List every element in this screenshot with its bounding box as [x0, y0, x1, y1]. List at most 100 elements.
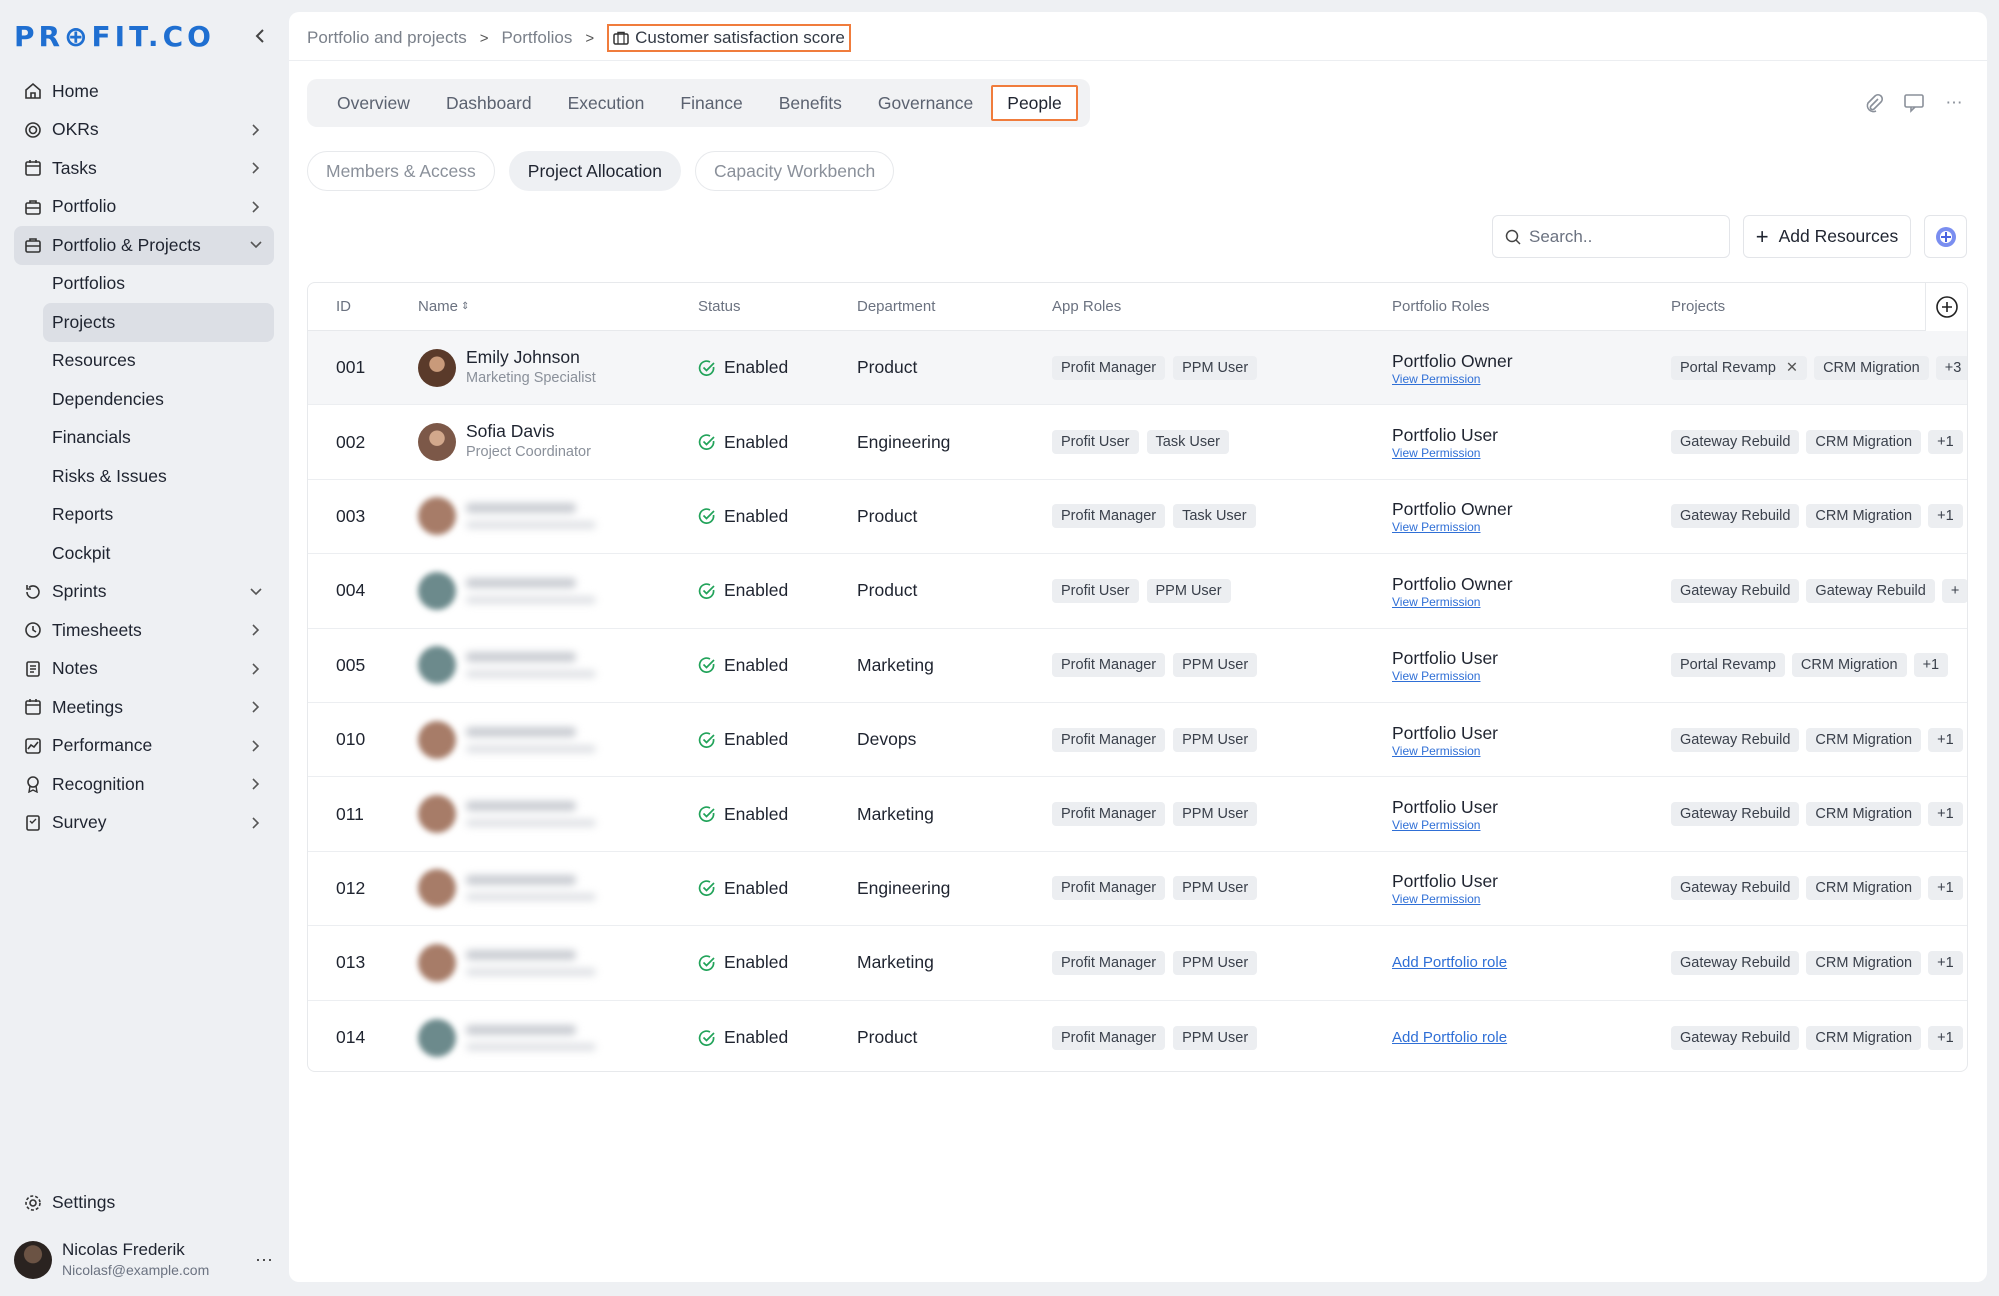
search-box[interactable]: [1492, 215, 1730, 258]
project-chip[interactable]: Gateway Rebuild: [1671, 727, 1800, 752]
project-chip[interactable]: Gateway Rebuild: [1671, 504, 1800, 529]
breadcrumb-item[interactable]: Portfolio and projects: [307, 28, 467, 48]
project-chip[interactable]: Gateway Rebuild: [1671, 430, 1800, 455]
project-chip[interactable]: Gateway Rebuild: [1671, 950, 1800, 975]
more-projects-chip[interactable]: +1: [1913, 653, 1949, 678]
view-permission-link[interactable]: View Permission: [1392, 595, 1671, 609]
project-chip[interactable]: CRM Migration: [1806, 727, 1922, 752]
project-chip[interactable]: Gateway Rebuild: [1671, 802, 1800, 827]
more-icon[interactable]: ⋯: [252, 1250, 276, 1271]
project-chip[interactable]: Gateway Rebuild: [1671, 1025, 1800, 1050]
comment-icon[interactable]: [1901, 90, 1927, 116]
sidebar-item-portfolio-projects[interactable]: Portfolio & Projects: [14, 226, 274, 265]
sidebar-item-notes[interactable]: Notes: [14, 650, 274, 689]
project-chip[interactable]: Portal Revamp ✕: [1671, 355, 1808, 380]
project-chip[interactable]: Portal Revamp: [1671, 653, 1785, 678]
more-options-icon[interactable]: ⋯: [1941, 90, 1967, 116]
tab-finance[interactable]: Finance: [662, 85, 760, 121]
sidebar-subitem-risks-issues[interactable]: Risks & Issues: [43, 457, 274, 496]
more-projects-chip[interactable]: +1: [1928, 504, 1963, 529]
table-row[interactable]: 014 Enabled Product Profit Manager PPM User A…: [308, 1001, 1967, 1071]
sidebar-subitem-reports[interactable]: Reports: [43, 496, 274, 535]
subtab-capacity-workbench[interactable]: Capacity Workbench: [695, 151, 895, 191]
table-row[interactable]: 010 Enabled Devops Profit Manager PPM User Po…: [308, 703, 1967, 778]
more-projects-chip[interactable]: +: [1941, 578, 1967, 603]
view-permission-link[interactable]: View Permission: [1392, 520, 1671, 534]
sidebar-item-sprints[interactable]: Sprints: [14, 573, 274, 612]
briefcase-icon: [24, 236, 42, 254]
table-row[interactable]: 005 Enabled Marketing Profit Manager PPM Use…: [308, 629, 1967, 703]
collapse-sidebar-button[interactable]: [246, 22, 274, 50]
project-chip[interactable]: CRM Migration: [1806, 430, 1922, 455]
user-profile[interactable]: Nicolas Frederik Nicolasf@example.com ⋯: [14, 1238, 276, 1282]
sidebar-item-survey[interactable]: Survey: [14, 804, 274, 843]
ai-assistant-button[interactable]: [1924, 215, 1967, 258]
more-projects-chip[interactable]: +1: [1928, 1025, 1963, 1050]
more-projects-chip[interactable]: +1: [1928, 950, 1963, 975]
view-permission-link[interactable]: View Permission: [1392, 818, 1671, 832]
table-row[interactable]: 002 Sofia Davis Project Coordinator Enabled…: [308, 405, 1967, 480]
project-chip[interactable]: CRM Migration: [1791, 653, 1907, 678]
view-permission-link[interactable]: View Permission: [1392, 744, 1671, 758]
sidebar-subitem-portfolios[interactable]: Portfolios: [43, 265, 274, 304]
more-projects-chip[interactable]: +1: [1928, 430, 1963, 455]
tab-overview[interactable]: Overview: [319, 85, 428, 121]
app-role-chip: Profit User: [1052, 430, 1139, 455]
sidebar-item-portfolio[interactable]: Portfolio: [14, 188, 274, 227]
breadcrumb-item[interactable]: Portfolios: [501, 28, 572, 48]
table-row[interactable]: 012 Enabled Engineering Profit Manager PPM U…: [308, 852, 1967, 927]
close-icon[interactable]: ✕: [1786, 360, 1798, 376]
more-projects-chip[interactable]: +1: [1928, 727, 1963, 752]
add-resources-button[interactable]: + Add Resources: [1743, 215, 1911, 258]
sidebar-subitem-resources[interactable]: Resources: [43, 342, 274, 381]
tab-benefits[interactable]: Benefits: [761, 85, 860, 121]
sidebar-item-tasks[interactable]: Tasks: [14, 149, 274, 188]
project-chip[interactable]: CRM Migration: [1806, 802, 1922, 827]
project-chip[interactable]: CRM Migration: [1806, 504, 1922, 529]
table-row[interactable]: 001 Emily Johnson Marketing Specialist Enab…: [308, 331, 1967, 406]
chevron-right-icon: [248, 699, 264, 715]
view-permission-link[interactable]: View Permission: [1392, 669, 1671, 683]
header-name[interactable]: Name ⇕: [418, 298, 698, 315]
sidebar-subitem-cockpit[interactable]: Cockpit: [43, 534, 274, 573]
sidebar-item-performance[interactable]: Performance: [14, 727, 274, 766]
sidebar-item-home[interactable]: Home: [14, 72, 274, 111]
sidebar-item-recognition[interactable]: Recognition: [14, 765, 274, 804]
more-projects-chip[interactable]: +3: [1935, 355, 1967, 380]
sidebar-subitem-projects[interactable]: Projects: [43, 303, 274, 342]
view-permission-link[interactable]: View Permission: [1392, 372, 1671, 386]
table-row[interactable]: 004 Enabled Product Profit User PPM User Port…: [308, 554, 1967, 629]
more-projects-chip[interactable]: +1: [1928, 876, 1963, 901]
more-projects-chip[interactable]: +1: [1928, 802, 1963, 827]
view-permission-link[interactable]: View Permission: [1392, 892, 1671, 906]
table-row[interactable]: 003 Enabled Product Profit Manager Task User…: [308, 480, 1967, 555]
table-row[interactable]: 011 Enabled Marketing Profit Manager PPM Use…: [308, 777, 1967, 852]
subtab-members-access[interactable]: Members & Access: [307, 151, 495, 191]
project-chip[interactable]: Gateway Rebuild: [1671, 578, 1800, 603]
redacted-name: [466, 1024, 596, 1051]
project-chip[interactable]: CRM Migration: [1806, 950, 1922, 975]
project-chip[interactable]: CRM Migration: [1806, 1025, 1922, 1050]
sidebar-item-timesheets[interactable]: Timesheets: [14, 611, 274, 650]
tab-people[interactable]: People: [991, 85, 1078, 121]
add-portfolio-role-link[interactable]: Add Portfolio role: [1392, 954, 1671, 971]
project-chip[interactable]: Gateway Rebuild: [1671, 876, 1800, 901]
search-input[interactable]: [1529, 226, 1719, 247]
project-chip[interactable]: Gateway Rebuild: [1806, 578, 1935, 603]
add-portfolio-role-link[interactable]: Add Portfolio role: [1392, 1029, 1671, 1046]
sidebar-item-okrs[interactable]: OKRs: [14, 111, 274, 150]
attachment-icon[interactable]: [1861, 90, 1887, 116]
sidebar-item-meetings[interactable]: Meetings: [14, 688, 274, 727]
table-row[interactable]: 013 Enabled Marketing Profit Manager PPM Use…: [308, 926, 1967, 1001]
sidebar-subitem-dependencies[interactable]: Dependencies: [43, 380, 274, 419]
subtab-project-allocation[interactable]: Project Allocation: [508, 151, 682, 191]
sidebar-subitem-financials[interactable]: Financials: [43, 419, 274, 458]
tab-execution[interactable]: Execution: [550, 85, 663, 121]
tab-governance[interactable]: Governance: [860, 85, 991, 121]
tab-dashboard[interactable]: Dashboard: [428, 85, 550, 121]
add-column-button[interactable]: [1925, 283, 1967, 331]
project-chip[interactable]: CRM Migration: [1814, 355, 1929, 380]
settings-link[interactable]: Settings: [24, 1192, 115, 1213]
project-chip[interactable]: CRM Migration: [1806, 876, 1922, 901]
view-permission-link[interactable]: View Permission: [1392, 446, 1671, 460]
